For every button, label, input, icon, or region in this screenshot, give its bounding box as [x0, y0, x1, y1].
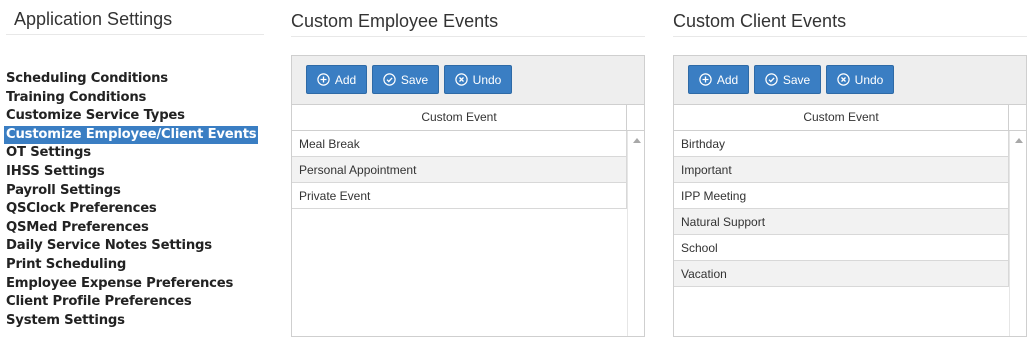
plus-circle-icon [317, 73, 330, 86]
client-scrollbar[interactable] [1009, 131, 1026, 336]
employee-grid-header: Custom Event [292, 105, 644, 131]
nav-item-daily-service-notes-settings[interactable]: Daily Service Notes Settings [4, 237, 258, 256]
client-events-panel: Add Save Undo Custom Event Birthday Impo… [673, 55, 1027, 337]
x-circle-icon [836, 73, 850, 86]
table-row[interactable]: Natural Support [674, 209, 1009, 235]
table-row[interactable]: Personal Appointment [292, 157, 627, 183]
client-column-header[interactable]: Custom Event [674, 105, 1009, 130]
client-save-button[interactable]: Save [754, 65, 821, 94]
nav-item-client-profile-preferences[interactable]: Client Profile Preferences [4, 293, 258, 312]
client-save-label: Save [782, 72, 811, 87]
table-row[interactable]: Important [674, 157, 1009, 183]
nav-item-print-scheduling[interactable]: Print Scheduling [4, 256, 258, 275]
client-add-label: Add [716, 72, 739, 87]
client-title-divider [673, 36, 1027, 37]
nav-item-qsmed-preferences[interactable]: QSMed Preferences [4, 219, 258, 238]
employee-scrollbar[interactable] [627, 131, 644, 336]
client-grid-header: Custom Event [674, 105, 1026, 131]
check-circle-icon [383, 73, 396, 86]
table-row[interactable]: School [674, 235, 1009, 261]
client-grid-rows: Birthday Important IPP Meeting Natural S… [674, 131, 1009, 287]
nav-item-qsclock-preferences[interactable]: QSClock Preferences [4, 200, 258, 219]
table-row[interactable]: Birthday [674, 131, 1009, 157]
employee-undo-label: Undo [472, 72, 502, 87]
sidebar-title: Application Settings [14, 9, 173, 29]
nav-item-ot-settings[interactable]: OT Settings [4, 144, 258, 163]
employee-toolbar: Add Save Undo [292, 56, 644, 105]
sidebar-divider [6, 34, 264, 35]
employee-save-label: Save [400, 72, 429, 87]
employee-events-title: Custom Employee Events [291, 11, 499, 31]
nav-item-ihss-settings[interactable]: IHSS Settings [4, 163, 258, 182]
settings-sidebar: Application Settings Scheduling Conditio… [0, 0, 265, 330]
nav-item-employee-expense-preferences[interactable]: Employee Expense Preferences [4, 275, 258, 294]
nav-item-payroll-settings[interactable]: Payroll Settings [4, 182, 258, 201]
employee-events-panel: Add Save Undo Custom Event Meal Break Pe… [291, 55, 645, 337]
employee-undo-button[interactable]: Undo [444, 65, 512, 94]
caret-up-icon[interactable] [1015, 138, 1023, 143]
client-events-title: Custom Client Events [673, 11, 847, 31]
client-undo-button[interactable]: Undo [826, 65, 894, 94]
employee-save-button[interactable]: Save [372, 65, 439, 94]
settings-nav: Scheduling Conditions Training Condition… [4, 70, 258, 330]
client-undo-label: Undo [854, 72, 884, 87]
employee-title-divider [291, 36, 645, 37]
check-circle-icon [765, 73, 778, 86]
table-row[interactable]: Meal Break [292, 131, 627, 157]
client-add-button[interactable]: Add [688, 65, 749, 94]
employee-column-header[interactable]: Custom Event [292, 105, 627, 130]
employee-grid-rows: Meal Break Personal Appointment Private … [292, 131, 627, 209]
nav-item-customize-service-types[interactable]: Customize Service Types [4, 107, 258, 126]
table-row[interactable]: Vacation [674, 261, 1009, 287]
table-row[interactable]: IPP Meeting [674, 183, 1009, 209]
plus-circle-icon [699, 73, 712, 86]
employee-add-label: Add [334, 72, 357, 87]
x-circle-icon [454, 73, 468, 86]
nav-item-system-settings[interactable]: System Settings [4, 312, 258, 331]
caret-up-icon[interactable] [633, 138, 641, 143]
employee-add-button[interactable]: Add [306, 65, 367, 94]
nav-item-customize-employee-client-events[interactable]: Customize Employee/Client Events [4, 125, 258, 145]
nav-item-training-conditions[interactable]: Training Conditions [4, 89, 258, 108]
table-row[interactable]: Private Event [292, 183, 627, 209]
nav-item-scheduling-conditions[interactable]: Scheduling Conditions [4, 70, 258, 89]
client-toolbar: Add Save Undo [674, 56, 1026, 105]
